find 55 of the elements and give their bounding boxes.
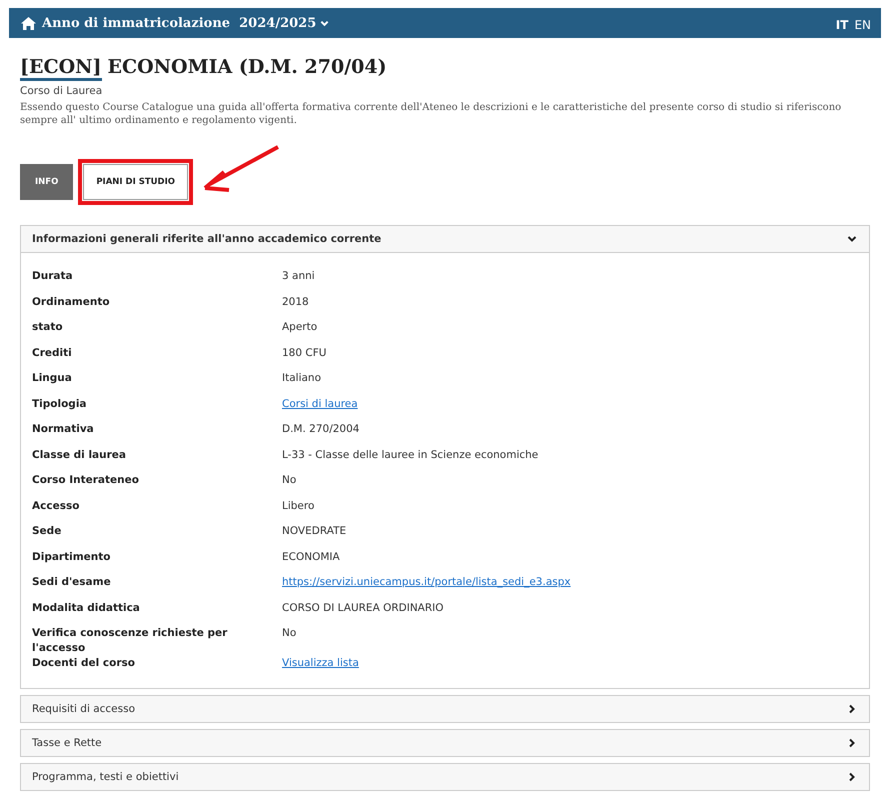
tab[interactable]: INFO xyxy=(20,164,74,200)
field-value: D.M. 270/2004 xyxy=(282,422,360,437)
section-title: Requisiti di accesso xyxy=(32,702,136,714)
language-link[interactable]: IT xyxy=(836,18,848,32)
course-title: [ECON] ECONOMIA (D.M. 270/04) xyxy=(20,56,870,81)
section-title: Informazioni generali riferite all'anno accademico corrente xyxy=(32,233,382,245)
accordion-header[interactable]: Informazioni generali riferite all'anno accademico corrente xyxy=(21,226,869,253)
field-value: 2018 xyxy=(282,294,310,310)
field-label: Verifica conoscenze richieste per l'accesso xyxy=(32,626,228,656)
description-text: Essendo questo Course Catalogue una guida all'offerta formativa corrente dell'Ateneo le descrizioni e le caratteristiche del presente corso di studio si riferiscono sempre all' ultimo ordinamento e regolamento vigenti. xyxy=(20,101,842,127)
field-label: Modalita didattica xyxy=(32,600,141,616)
home-icon[interactable] xyxy=(21,16,36,30)
field-value: 3 anni xyxy=(282,269,316,284)
field-label: Docenti del corso xyxy=(32,656,136,671)
accordion-header[interactable]: Tasse e Rette xyxy=(21,730,869,756)
field-label: stato xyxy=(32,320,64,335)
language-link[interactable]: EN xyxy=(854,18,871,32)
section-title: Programma, testi e obiettivi xyxy=(32,770,179,782)
annotation-arrow-icon xyxy=(202,144,282,194)
field-link[interactable]: https://servizi.uniecampus.it/portale/lista_sedi_e3.aspx xyxy=(282,575,571,600)
field-label: Sedi d'esame xyxy=(32,575,112,590)
field-label: Accesso xyxy=(32,498,80,514)
field-label: Ordinamento xyxy=(32,294,111,310)
chevron-down-icon xyxy=(847,234,857,244)
field-label: Tipologia xyxy=(32,396,88,412)
field-label: Crediti xyxy=(32,346,73,360)
field-value: 180 CFU xyxy=(282,346,328,360)
chevron-right-icon xyxy=(847,738,857,748)
field-value: ECONOMIA xyxy=(282,550,341,564)
chevron-right-icon xyxy=(847,704,857,714)
course-type: Corso di Laurea xyxy=(20,85,104,97)
field-value: No xyxy=(282,626,298,641)
field-label: Classe di laurea xyxy=(32,448,127,462)
field-label: Dipartimento xyxy=(32,550,112,564)
section-title: Tasse e Rette xyxy=(32,736,102,748)
field-label: Normativa xyxy=(32,422,95,437)
field-link[interactable]: Visualizza lista xyxy=(282,656,359,682)
chevron-right-icon xyxy=(847,772,857,782)
field-value: Libero xyxy=(282,498,316,514)
field-value: Aperto xyxy=(282,320,318,335)
field-value: Italiano xyxy=(282,371,322,386)
field-value: L-33 - Classe delle lauree in Scienze economiche xyxy=(282,448,540,462)
field-label: Durata xyxy=(32,269,74,284)
field-value: NOVEDRATE xyxy=(282,524,348,539)
academic-year-selector[interactable]: Anno di immatricolazione 2024/2025 xyxy=(42,16,330,30)
field-label: Sede xyxy=(32,524,62,539)
chevron-down-icon xyxy=(320,18,330,28)
field-value: CORSO DI LAUREA ORDINARIO xyxy=(282,600,445,616)
field-label: Lingua xyxy=(32,371,73,386)
field-label: Corso Interateneo xyxy=(32,473,140,488)
field-value: No xyxy=(282,473,298,488)
accordion-header[interactable]: Requisiti di accesso xyxy=(21,696,869,722)
field-link[interactable]: Corsi di laurea xyxy=(282,396,358,422)
accordion-header[interactable]: Programma, testi e obiettivi xyxy=(21,764,869,790)
tab[interactable]: PIANI DI STUDIO xyxy=(83,164,188,200)
